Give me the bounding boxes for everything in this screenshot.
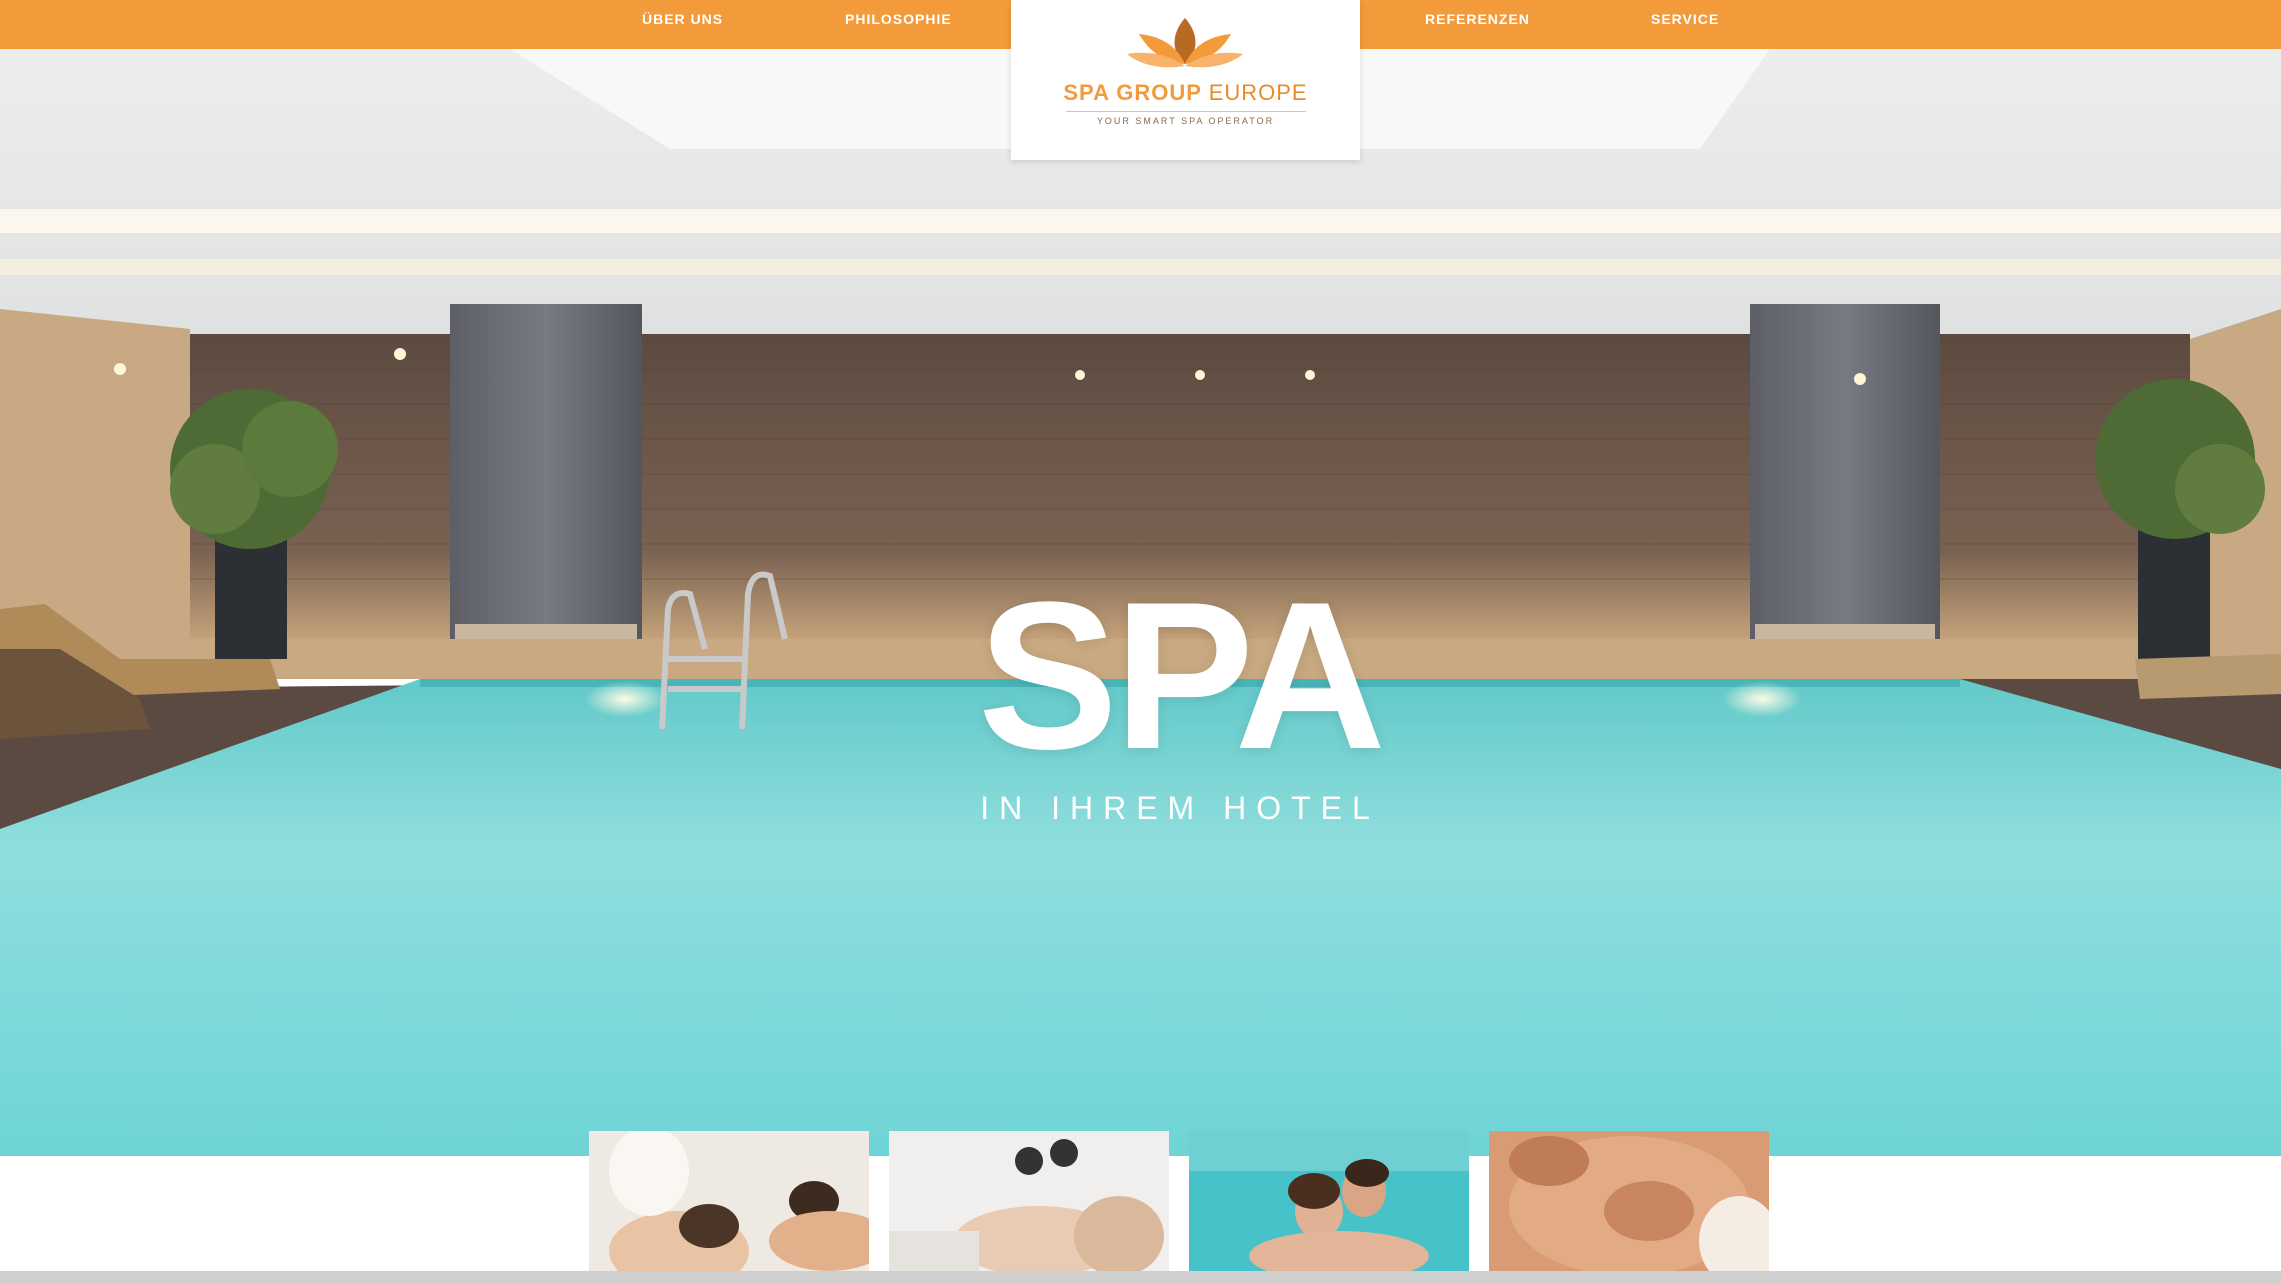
nav-link-referenzen[interactable]: REFERENZEN [1425,0,1530,38]
thumbnail-pool-couple[interactable] [1189,1131,1469,1271]
hero-title: SPA [977,558,1386,793]
massage-photo [589,1131,869,1271]
hero-subtitle: IN IHREM HOTEL [980,790,1380,826]
brand-name-part1: SPA GROUP [1063,80,1202,105]
nav-link-philosophie[interactable]: PHILOSOPHIE [845,0,952,38]
brand-tagline: YOUR SMART SPA OPERATOR [1096,116,1275,126]
logo[interactable]: SPA GROUP EUROPE YOUR SMART SPA OPERATOR [1011,0,1360,160]
nav-link-ueber-uns[interactable]: ÜBER UNS [642,0,723,38]
logo-divider [1066,111,1306,112]
couple-pool-photo [1189,1131,1469,1271]
lotus-icon [1127,18,1243,68]
thumbnail-massage[interactable] [589,1131,869,1271]
nav-link-service[interactable]: SERVICE [1651,0,1719,38]
page-bottom-scroll-edge [0,1271,2281,1284]
brand-name-part2: EUROPE [1208,80,1308,105]
thumbnail-face-massage[interactable] [1489,1131,1769,1271]
facial-treatment-photo [889,1131,1169,1271]
brand-name: SPA GROUP EUROPE [1011,80,1360,106]
hero-section: SPA IN IHREM HOTEL [0,49,2281,1156]
face-massage-photo [1489,1131,1769,1271]
thumbnail-facial[interactable] [889,1131,1169,1271]
